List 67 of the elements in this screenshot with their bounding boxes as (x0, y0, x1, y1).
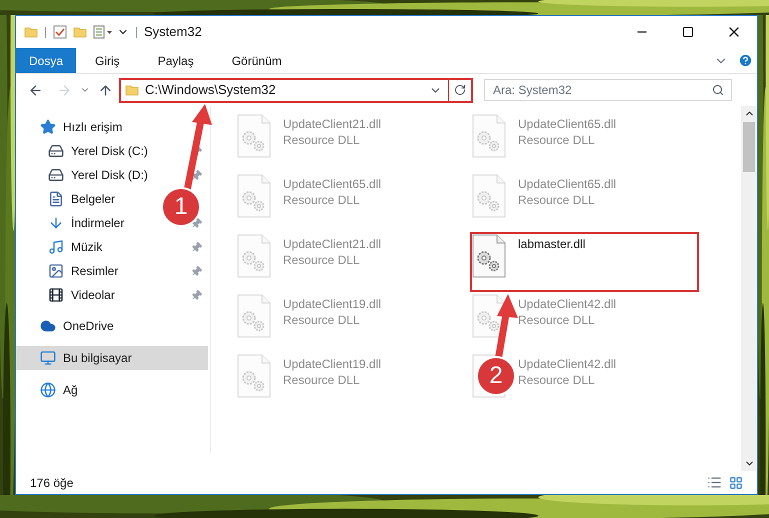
settings-file-icon (472, 294, 506, 338)
file-type: Resource DLL (518, 372, 596, 388)
ribbon-tab[interactable]: Dosya (16, 48, 76, 73)
up-icon[interactable] (98, 82, 113, 98)
file-type: Resource DLL (283, 192, 361, 208)
file-type: Resource DLL (283, 132, 361, 148)
file-type: Resource DLL (518, 132, 596, 148)
drive-icon (48, 167, 64, 183)
document-icon (48, 191, 64, 207)
sidebar-item[interactable]: Müzik (48, 238, 102, 256)
ribbon-tab[interactable]: Giriş (76, 48, 139, 73)
step-number: 1 (161, 187, 201, 227)
drive-icon (48, 143, 64, 159)
sidebar-item[interactable]: Hızlı erişim (40, 118, 122, 136)
search-icon[interactable] (712, 84, 724, 96)
scrollbar[interactable] (741, 106, 757, 471)
address-bar[interactable]: C:\Windows\System32 (119, 78, 473, 102)
refresh-icon[interactable] (454, 84, 466, 96)
cloud-icon (40, 318, 56, 334)
download-icon (48, 215, 64, 231)
scroll-thumb[interactable] (743, 122, 755, 172)
file-type: Resource DLL (518, 312, 596, 328)
address-path: C:\Windows\System32 (145, 81, 276, 100)
star-icon (40, 119, 56, 135)
network-icon (40, 382, 56, 398)
maximize-icon (682, 26, 694, 38)
window-title: System32 (144, 23, 202, 42)
music-note-icon (48, 239, 64, 255)
settings-file-icon (472, 234, 506, 278)
sidebar-item[interactable]: Bu bilgisayar (40, 349, 132, 367)
item-count: 176 öğe (30, 474, 74, 492)
folder-icon (125, 83, 139, 97)
sidebar-item[interactable]: İndirmeler (48, 214, 124, 232)
image-icon (48, 263, 64, 279)
ribbon-tab[interactable]: Görünüm (212, 48, 301, 73)
sidebar-item[interactable]: Yerel Disk (D:) (48, 166, 148, 184)
back-icon[interactable] (28, 82, 43, 98)
film-icon (48, 287, 64, 303)
large-icons-view-icon[interactable] (729, 476, 743, 490)
sidebar-item[interactable]: Ağ (40, 381, 78, 399)
file-name[interactable]: labmaster.dll (518, 236, 586, 252)
help-icon[interactable] (738, 53, 753, 68)
settings-file-icon (237, 294, 271, 338)
details-view-icon[interactable] (707, 475, 722, 490)
settings-file-icon (472, 114, 506, 158)
folder-icon (24, 25, 38, 39)
settings-file-icon (237, 174, 271, 218)
properties-icon[interactable] (93, 25, 113, 39)
folder-icon (73, 25, 87, 39)
file-type: Resource DLL (518, 192, 596, 208)
ribbon-tab[interactable]: Paylaş (138, 48, 213, 73)
sidebar-item[interactable]: Belgeler (48, 190, 116, 208)
file-type: Resource DLL (283, 312, 361, 328)
settings-file-icon (472, 174, 506, 218)
monitor-icon (40, 350, 56, 366)
file-type: Resource DLL (283, 252, 361, 268)
settings-file-icon (237, 354, 271, 398)
sidebar-item[interactable]: Resimler (48, 262, 118, 280)
sidebar-item[interactable]: Yerel Disk (C:) (48, 142, 148, 160)
settings-file-icon (237, 114, 271, 158)
sidebar-item[interactable]: OneDrive (40, 317, 114, 335)
file-type: Resource DLL (283, 372, 361, 388)
sidebar-item[interactable]: Videolar (48, 286, 115, 304)
step-number: 2 (476, 356, 516, 396)
settings-file-icon (237, 234, 271, 278)
checkbox-icon[interactable] (53, 25, 67, 39)
search-field[interactable]: Ara: System32 (484, 79, 732, 101)
